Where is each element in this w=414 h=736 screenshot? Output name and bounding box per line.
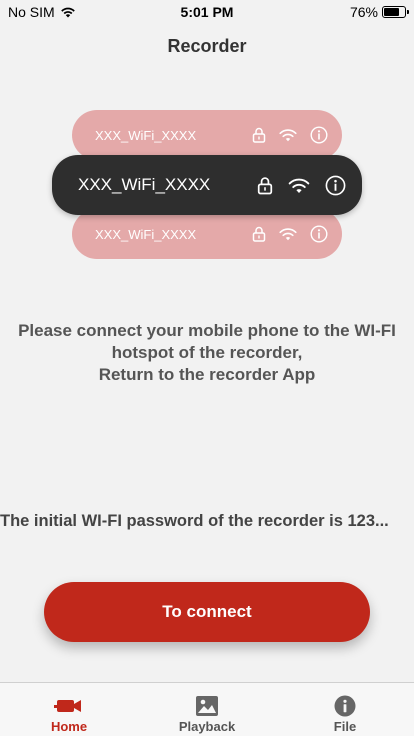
wifi-network-item-selected: XXX_WiFi_XXXX xyxy=(52,155,362,215)
lock-icon xyxy=(257,176,273,195)
wifi-item-icons xyxy=(257,175,346,196)
password-note: The initial WI-FI password of the record… xyxy=(0,512,389,530)
connection-instructions: Please connect your mobile phone to the … xyxy=(0,320,414,386)
wifi-network-item-bottom: XXX_WiFi_XXXX xyxy=(72,209,342,259)
wifi-ssid-label: XXX_WiFi_XXXX xyxy=(95,127,197,143)
connect-button[interactable]: To connect xyxy=(44,582,370,642)
tab-playback[interactable]: Playback xyxy=(138,683,276,736)
battery-fill xyxy=(384,8,400,16)
page-title: Recorder xyxy=(167,36,247,56)
tab-home[interactable]: Home xyxy=(0,683,138,736)
battery-icon xyxy=(382,6,409,18)
battery-percent: 76% xyxy=(349,4,378,20)
wifi-icon xyxy=(287,177,311,194)
image-icon xyxy=(195,695,219,717)
wifi-item-icons xyxy=(252,126,328,144)
info-icon xyxy=(310,126,328,144)
info-icon xyxy=(334,695,356,717)
wifi-network-item-top: XXX_WiFi_XXXX xyxy=(72,110,342,160)
instruction-line-2: hotspot of the recorder, xyxy=(111,343,303,362)
camera-icon xyxy=(54,695,84,717)
info-icon xyxy=(310,225,328,243)
status-bar: No SIM 5:01 PM 76% xyxy=(0,0,414,24)
wifi-icon xyxy=(278,128,298,142)
wifi-ssid-label: XXX_WiFi_XXXX xyxy=(95,226,197,242)
lock-icon xyxy=(252,127,266,143)
wifi-item-icons xyxy=(252,225,328,243)
lock-icon xyxy=(252,226,266,242)
tab-playback-label: Playback xyxy=(178,719,236,734)
instruction-line-3: Return to the recorder App xyxy=(98,365,316,384)
tab-bar: Home Playback File xyxy=(0,682,414,736)
battery-group: 76% xyxy=(349,4,409,20)
instruction-line-1: Please connect your mobile phone to the … xyxy=(18,321,396,340)
tab-home-label: Home xyxy=(50,719,88,734)
wifi-ssid-label: XXX_WiFi_XXXX xyxy=(78,175,211,194)
info-icon xyxy=(325,175,346,196)
wifi-icon xyxy=(278,227,298,241)
tab-file-label: File xyxy=(333,719,357,734)
tab-file[interactable]: File xyxy=(276,683,414,736)
